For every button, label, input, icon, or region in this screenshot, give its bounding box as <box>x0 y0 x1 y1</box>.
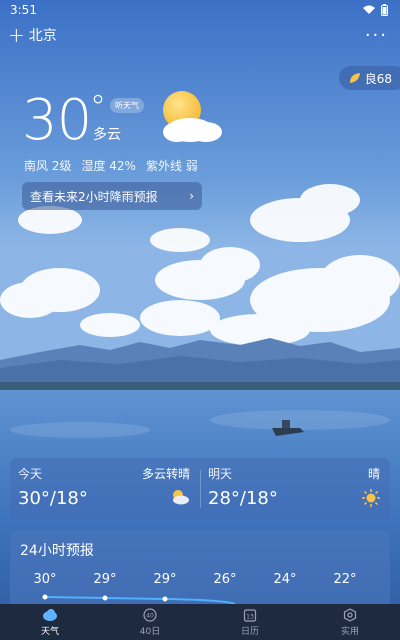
hourly-temp: 24° <box>273 572 297 587</box>
hourly-point <box>42 594 48 600</box>
app-header: + 北京 ··· <box>0 22 400 48</box>
current-temperature: 30 <box>22 88 92 153</box>
cloud-sun-icon <box>173 490 189 505</box>
hourly-temp: 22° <box>333 572 357 587</box>
nav-weather[interactable]: 天气 <box>0 604 100 640</box>
day-temp-range: 30°/18° <box>18 488 88 509</box>
nav-40-days[interactable]: 40 40日 <box>100 604 200 640</box>
calendar-icon: 13 <box>242 607 258 623</box>
chevron-right-icon: › <box>189 189 194 203</box>
nav-label: 天气 <box>40 627 59 637</box>
aqi-badge[interactable]: 良68 <box>338 66 400 90</box>
bottom-nav: 天气 40 40日 13 日历 实用 <box>0 604 400 640</box>
rain-forecast-button[interactable]: 查看未来2小时降雨预报 › <box>22 182 202 210</box>
calendar-40-glyph: 40 <box>146 613 154 620</box>
day-tomorrow[interactable]: 明天 晴 28°/18° <box>200 458 390 520</box>
wind-info: 南风 2级 <box>24 159 72 173</box>
hourly-point <box>102 595 108 601</box>
hourly-title: 24小时预报 <box>20 543 94 559</box>
city-name: 北京 <box>28 28 57 44</box>
humidity-info: 湿度 42% <box>81 159 136 173</box>
hourly-temps: 30° 29° 29° 26° 24° 22° <box>10 572 390 592</box>
cloud-sun-icon <box>163 91 222 142</box>
tools-icon <box>342 607 358 623</box>
aqi-label: 良68 <box>364 71 392 86</box>
day-today[interactable]: 今天 多云转晴 30°/18° <box>10 458 200 520</box>
nav-tools[interactable]: 实用 <box>300 604 400 640</box>
rain-forecast-label: 查看未来2小时降雨预报 <box>30 189 158 204</box>
day-name: 明天 <box>208 467 233 481</box>
leaf-icon <box>349 73 360 83</box>
daily-summary-card: 今天 多云转晴 30°/18° 明天 晴 28°/18° <box>10 458 390 520</box>
day-temp-range: 28°/18° <box>208 488 278 509</box>
sun-icon <box>362 489 380 507</box>
day-name: 今天 <box>18 467 43 481</box>
battery-icon <box>381 4 388 16</box>
more-menu-icon[interactable]: ··· <box>365 25 388 46</box>
add-city-icon[interactable]: + <box>8 25 25 45</box>
nav-calendar[interactable]: 13 日历 <box>200 604 300 640</box>
hourly-temp: 29° <box>153 572 177 587</box>
nav-label: 日历 <box>240 627 259 637</box>
calendar-glyph: 13 <box>246 614 254 621</box>
status-time: 3:51 <box>10 3 37 17</box>
hourly-temp: 29° <box>93 572 117 587</box>
nav-label: 40日 <box>139 627 161 637</box>
day-condition: 多云转晴 <box>141 467 190 481</box>
status-bar: 3:51 <box>0 0 400 20</box>
wifi-icon <box>363 5 375 14</box>
day-condition: 晴 <box>367 467 380 481</box>
listen-weather-button[interactable]: 听天气 <box>110 98 144 113</box>
calendar-40-icon: 40 <box>142 607 158 623</box>
hourly-temp: 30° <box>33 572 57 587</box>
degree-symbol: ° <box>90 88 106 126</box>
uv-info: 紫外线 弱 <box>145 159 198 173</box>
city-selector[interactable]: + 北京 <box>8 25 57 45</box>
weather-icon <box>42 607 58 623</box>
weather-details: 南风 2级 湿度 42% 紫外线 弱 <box>24 157 198 174</box>
nav-label: 实用 <box>340 627 359 637</box>
current-condition: 多云 <box>93 127 121 143</box>
hourly-temp: 26° <box>213 572 237 587</box>
hourly-point <box>162 596 168 602</box>
